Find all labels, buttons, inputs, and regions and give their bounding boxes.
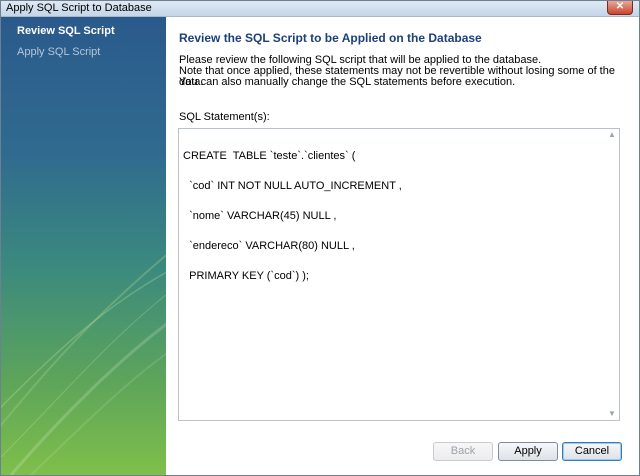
sql-line: `nome` VARCHAR(45) NULL , [183,210,337,222]
dialog-window: Apply SQL Script to Database ✕ Review SQ… [0,0,640,476]
sql-script-editor[interactable]: CREATE TABLE `teste`.`clientes` ( `cod` … [178,128,620,421]
description-line-3: You can also manually change the SQL sta… [179,76,516,88]
sidebar-item-review-sql-script: Review SQL Script [17,25,115,37]
back-button[interactable]: Back [433,442,493,461]
window-title: Apply SQL Script to Database [6,2,152,14]
wizard-sidebar: Review SQL Script Apply SQL Script [1,17,166,475]
close-icon[interactable]: ✕ [607,1,633,15]
apply-button[interactable]: Apply [498,442,558,461]
sql-line: PRIMARY KEY (`cod`) ); [183,270,309,282]
page-heading: Review the SQL Script to be Applied on t… [179,31,482,45]
title-bar[interactable]: Apply SQL Script to Database ✕ [1,1,639,17]
scroll-down-arrow-icon[interactable]: ▼ [607,409,617,419]
sql-line: `cod` INT NOT NULL AUTO_INCREMENT , [183,180,402,192]
decorative-swoosh [1,254,166,475]
sql-code[interactable]: CREATE TABLE `teste`.`clientes` ( `cod` … [183,131,603,301]
sidebar-item-apply-sql-script: Apply SQL Script [17,46,101,58]
cancel-button[interactable]: Cancel [562,442,622,461]
sql-line: `endereco` VARCHAR(80) NULL , [183,240,355,252]
scroll-up-arrow-icon[interactable]: ▲ [607,130,617,140]
sql-statements-label: SQL Statement(s): [179,111,270,123]
sql-line: CREATE TABLE `teste`.`clientes` ( [183,150,356,162]
